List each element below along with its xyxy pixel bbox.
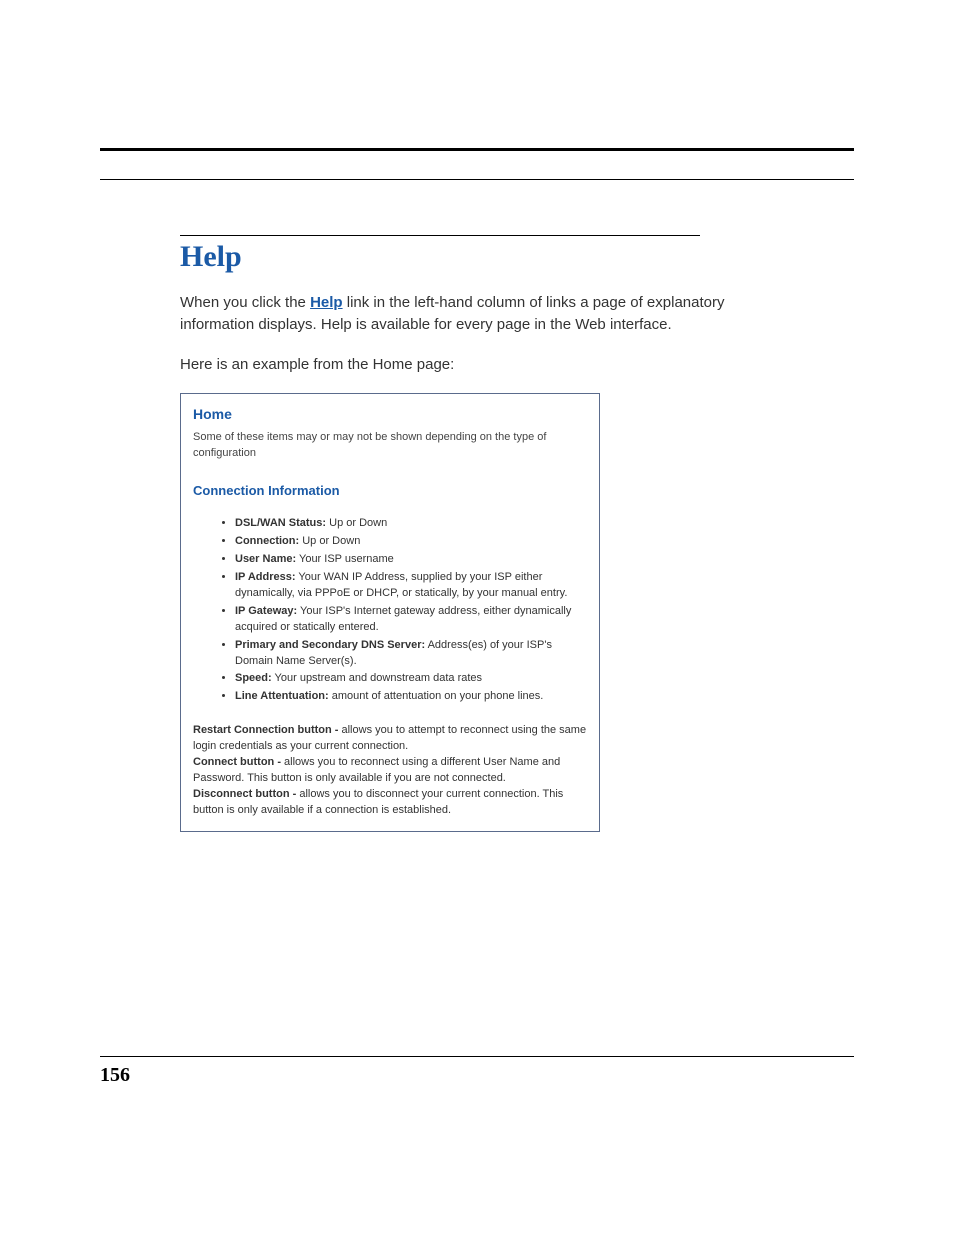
list-item: Connection: Up or Down	[235, 534, 587, 550]
panel-intro: Some of these items may or may not be sh…	[193, 430, 587, 461]
header-thick-rule	[100, 148, 854, 151]
footer-rule	[100, 1056, 854, 1057]
button-label: Restart Connection button -	[193, 724, 342, 736]
item-desc: Your ISP username	[296, 553, 394, 565]
list-item: Line Attentuation: amount of attentuatio…	[235, 689, 587, 705]
button-descriptions: Restart Connection button - allows you t…	[193, 723, 587, 819]
section-title: Help	[180, 240, 740, 274]
help-panel: Home Some of these items may or may not …	[180, 393, 600, 832]
section-rule	[180, 235, 700, 236]
content-area: Help When you click the Help link in the…	[180, 235, 740, 832]
list-item: DSL/WAN Status: Up or Down	[235, 516, 587, 532]
item-label: IP Gateway:	[235, 605, 297, 617]
item-desc: Up or Down	[326, 517, 387, 529]
list-item: IP Gateway: Your ISP's Internet gateway …	[235, 604, 587, 636]
item-label: Connection:	[235, 535, 299, 547]
intro-paragraph: When you click the Help link in the left…	[180, 292, 740, 336]
list-item: IP Address: Your WAN IP Address, supplie…	[235, 570, 587, 602]
button-label: Disconnect button -	[193, 788, 299, 800]
item-label: DSL/WAN Status:	[235, 517, 326, 529]
item-label: IP Address:	[235, 571, 296, 583]
header-thin-rule	[100, 179, 854, 180]
list-item: Primary and Secondary DNS Server: Addres…	[235, 638, 587, 670]
item-desc: Your upstream and downstream data rates	[272, 672, 482, 684]
item-desc: amount of attentuation on your phone lin…	[329, 690, 544, 702]
intro-text-before: When you click the	[180, 294, 310, 311]
button-label: Connect button -	[193, 756, 284, 768]
item-label: User Name:	[235, 553, 296, 565]
page-number: 156	[100, 1064, 130, 1087]
item-label: Speed:	[235, 672, 272, 684]
panel-subsection-title: Connection Information	[193, 483, 587, 498]
item-label: Primary and Secondary DNS Server:	[235, 639, 425, 651]
item-label: Line Attentuation:	[235, 690, 329, 702]
connection-info-list: DSL/WAN Status: Up or Down Connection: U…	[193, 516, 587, 705]
example-lead: Here is an example from the Home page:	[180, 354, 740, 376]
help-link[interactable]: Help	[310, 294, 343, 311]
list-item: User Name: Your ISP username	[235, 552, 587, 568]
item-desc: Up or Down	[299, 535, 360, 547]
document-page: Help When you click the Help link in the…	[0, 0, 954, 1235]
panel-title: Home	[193, 406, 587, 422]
list-item: Speed: Your upstream and downstream data…	[235, 671, 587, 687]
